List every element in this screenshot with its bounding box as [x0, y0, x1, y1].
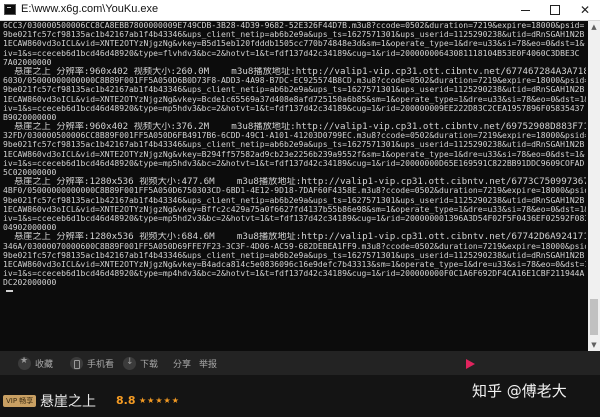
download-button[interactable]: 下载 — [123, 355, 158, 371]
player-action-bar: 收藏 手机看 下载 分享 举报 — [0, 351, 600, 375]
console-line: DC202000000 — [3, 278, 57, 288]
console-scrollbar[interactable]: ▲ ▼ — [588, 21, 600, 351]
zhihu-watermark: 知乎 @傅老大 — [472, 382, 567, 400]
share-label: 分享 — [173, 359, 192, 370]
console-line: 9be021fc57cf98135ac1b42167ab1f4b43346&up… — [3, 195, 585, 205]
console-line: 悬崖之上 分辨率:1280x536 视频大小:477.6M m3u8播放地址:h… — [3, 177, 586, 187]
scroll-down-icon[interactable]: ▼ — [588, 339, 600, 351]
console-line: 9be021fc57cf98135ac1b42167ab1f4b43346&up… — [3, 250, 585, 260]
console-line: 32FD/030000500006CC8B89F001FF5A050D6FB49… — [3, 131, 586, 141]
vip-badge: VIP 畅享 — [3, 395, 37, 407]
scroll-up-icon[interactable]: ▲ — [588, 21, 600, 33]
console-line: iv=1&s=cceceb6d1bcd46d48920&type=mp5hd2v… — [3, 213, 586, 223]
maximize-icon — [550, 5, 560, 15]
console-line: 7A02000000 — [3, 57, 52, 67]
show-info-bar: VIP 畅享 悬崖之上 8.8 ★★★★★ 知乎 @傅老大 — [0, 375, 600, 417]
console-line: 6030/05000000000000C8B89F001FF5A050D6B0D… — [3, 76, 586, 86]
console-cursor — [6, 290, 13, 293]
collect-button[interactable]: 收藏 — [18, 355, 53, 371]
console-line: 悬崖之上 分辨率:1280x536 视频大小:684.6M m3u8播放地址:h… — [3, 232, 586, 242]
console-titlebar[interactable]: E:\www.x6g.com\YouKu.exe ✕ — [0, 0, 600, 21]
console-window: E:\www.x6g.com\YouKu.exe ✕ 6CC3/03000050… — [0, 0, 600, 351]
download-icon — [123, 356, 136, 370]
console-line: 6CC3/030000500006CC8CA8EBB7800000009E749… — [3, 21, 585, 30]
console-line: iv=1&s=cceceb6d1bcd46d48920&type=mp4hdv3… — [3, 269, 585, 279]
console-line: 1ECAW860vd3oICL&vid=XNTE2OTYzNjgzNg&vkey… — [3, 94, 586, 104]
report-label: 举报 — [199, 359, 218, 370]
console-line: iv=1&s=cceceb6d1bcd46d48920&type=flvhdv3… — [3, 48, 580, 58]
console-line: 悬崖之上 分辨率:960x402 视频大小:376.2M m3u8播放地址:ht… — [3, 122, 586, 132]
console-line: 9be021fc57cf98135ac1b42167ab1f4b43346&up… — [3, 140, 585, 150]
console-line: 4BF0/05000000000000C8B89F001FF5A050D6750… — [3, 186, 586, 196]
console-line: 5C020000000 — [3, 168, 57, 177]
minimize-button[interactable] — [510, 0, 540, 20]
console-line: iv=1&s=cceceb6d1bcd46d48920&type=mp5hdv3… — [3, 158, 585, 168]
rating-score: 8.8 — [116, 394, 136, 407]
phone-icon — [70, 356, 83, 370]
close-icon: ✕ — [579, 3, 591, 17]
minimize-icon — [520, 9, 530, 11]
report-button[interactable]: 举报 — [199, 355, 217, 371]
console-line: 9be021fc57cf98135ac1b42167ab1f4b43346&up… — [3, 85, 585, 95]
window-title: E:\www.x6g.com\YouKu.exe — [21, 3, 159, 15]
share-button[interactable]: 分享 — [173, 355, 191, 371]
maximize-button[interactable] — [540, 0, 570, 20]
console-app-icon — [4, 4, 16, 15]
console-line: iv=1&s=cceceb6d1bcd46d48920&type=mp5hdv3… — [3, 103, 585, 113]
console-line: 1ECAW860vd3oICL&vid=XNTE2OTYzNjgzNg&vkey… — [3, 204, 586, 214]
console-line: 9be021fc57cf98135ac1b42167ab1f4b43346&up… — [3, 30, 585, 40]
console-line: 1ECAW860vd3oICL&vid=XNTE2OTYzNjgzNg&vkey… — [3, 39, 585, 49]
console-line: 1ECAW860vd3oICL&vid=XNTE2OTYzNjgzNg&vkey… — [3, 259, 586, 269]
console-line: B9020000000 — [3, 112, 57, 122]
download-label: 下载 — [140, 359, 159, 370]
console-line: 悬崖之上 分辨率:960x402 视频大小:260.0M m3u8播放地址:ht… — [3, 66, 586, 77]
show-title[interactable]: 悬崖之上 — [40, 391, 96, 411]
console-line: 346A/03000070000600C8B89F001FF5A050D69FF… — [3, 241, 586, 251]
console-output[interactable]: 6CC3/030000500006CC8CA8EBB7800000009E749… — [3, 21, 586, 349]
close-button[interactable]: ✕ — [570, 0, 600, 20]
play-arrow-icon[interactable] — [466, 359, 475, 369]
console-line: 04902000000 — [3, 223, 57, 233]
console-line: 1ECAW860vd3oICL&vid=XNTE2OTYzNjgzNg&vkey… — [3, 149, 585, 159]
star-icon — [18, 356, 31, 370]
scroll-thumb[interactable] — [590, 299, 598, 335]
watch-on-phone-button[interactable]: 手机看 — [70, 355, 114, 371]
collect-label: 收藏 — [35, 359, 54, 370]
phone-label: 手机看 — [87, 359, 115, 370]
rating-stars: ★★★★★ — [139, 396, 180, 405]
